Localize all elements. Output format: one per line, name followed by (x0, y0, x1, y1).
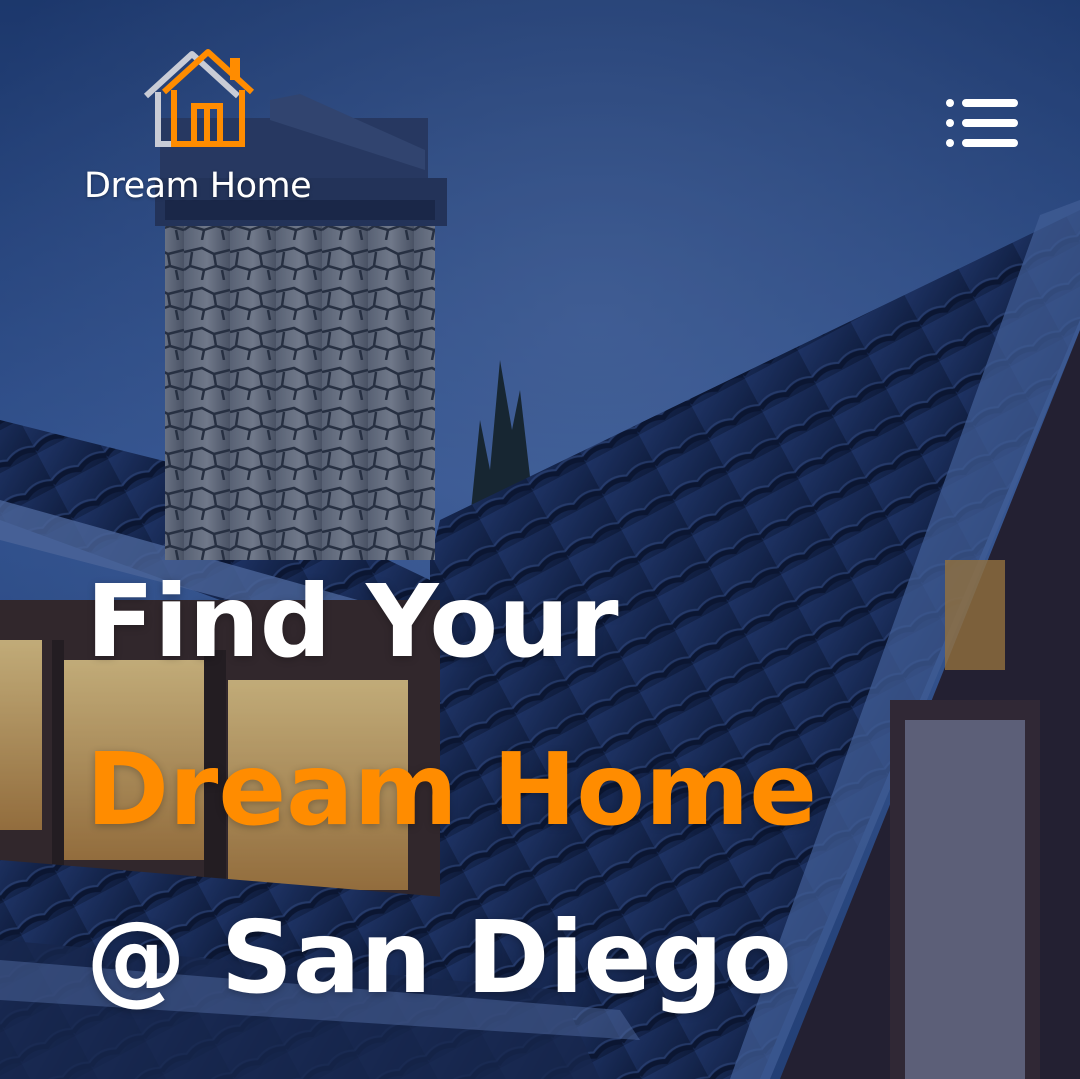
headline-line-1: Find Your (86, 563, 619, 680)
hamburger-menu-icon (946, 99, 1018, 147)
hamburger-menu-button[interactable] (940, 94, 1024, 154)
hero-headline: Find Your Dream Home @ San Diego (86, 538, 817, 1042)
brand-name: Dream Home (84, 166, 312, 206)
logo-link[interactable]: Dream Home (84, 44, 324, 214)
house-outline-icon (143, 49, 255, 147)
headline-line-3: @ San Diego (86, 899, 792, 1016)
hero-section: Dream Home Find Your Dream Home @ San Di… (0, 0, 1080, 1079)
headline-line-2-highlight: Dream Home (86, 731, 818, 848)
